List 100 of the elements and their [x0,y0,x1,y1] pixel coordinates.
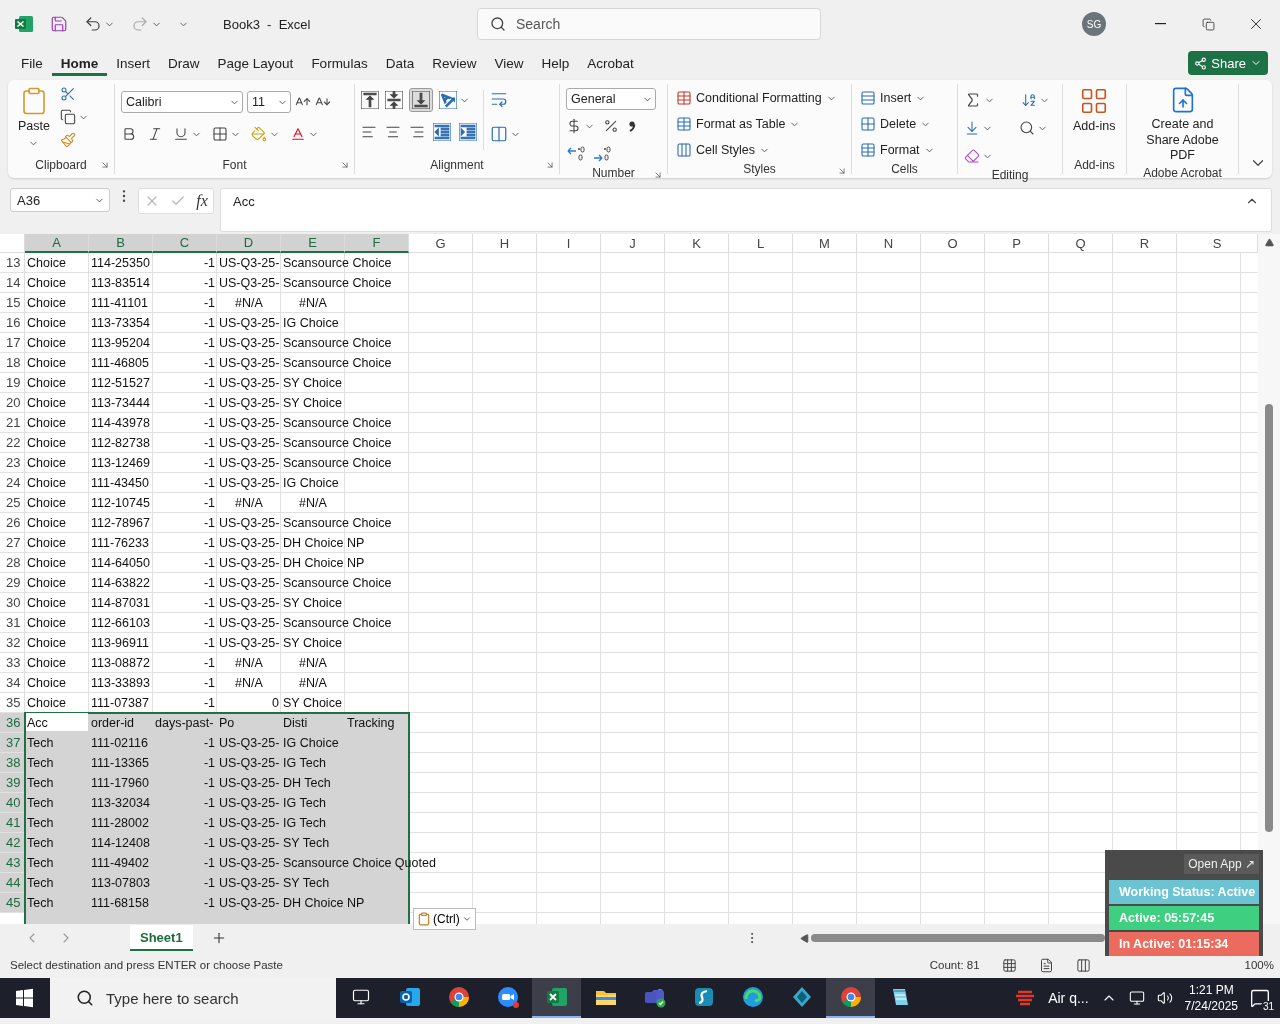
scroll-up-icon[interactable] [1264,238,1274,247]
insert-cells-icon[interactable] [860,90,876,106]
font-name-field[interactable]: Calibri [121,91,243,113]
ribbon-button[interactable]: Format as Table [674,112,803,136]
middle-align-icon[interactable] [385,91,403,109]
underline-icon[interactable] [173,126,189,142]
column-header[interactable]: C [153,234,217,253]
page-break-icon[interactable] [1075,957,1091,973]
task-view-icon[interactable] [351,988,370,1006]
name-box[interactable]: A36 [10,188,110,212]
column-header[interactable]: R [1113,234,1177,253]
delete-cells-icon[interactable] [860,116,876,132]
row-header[interactable]: 38 [0,753,25,773]
ribbon-tab[interactable]: Draw [159,50,209,76]
cell-styles-icon[interactable] [676,142,692,158]
format-painter-icon[interactable] [59,132,76,148]
browser-icon[interactable] [838,985,863,1009]
format-table-icon[interactable] [676,116,692,132]
ribbon-tab[interactable]: Data [376,50,424,76]
bold-icon[interactable] [121,126,137,142]
italic-icon[interactable] [147,126,163,142]
column-header[interactable]: B [89,234,153,253]
create-pdf-button[interactable]: Create and Share Adobe PDF [1133,84,1232,166]
scroll-left-icon[interactable] [800,933,809,943]
insert-function-button[interactable]: fx [196,192,208,210]
column-header[interactable]: A [25,234,89,253]
network-icon[interactable] [1128,990,1145,1006]
weather-text[interactable]: Air q... [1048,990,1089,1006]
format-cells-icon[interactable] [860,142,876,158]
wrap-text-icon[interactable] [490,90,508,108]
row-header[interactable]: 36 [0,713,25,733]
clock[interactable]: 1:21 PM 7/24/2025 [1184,981,1238,1015]
fill-icon[interactable] [964,120,980,136]
ribbon-tab[interactable]: Formulas [302,50,377,76]
weather-icon[interactable] [1014,988,1037,1008]
open-app-button[interactable]: Open App ↗ [1184,854,1259,874]
align-right-icon[interactable] [409,124,425,140]
column-header[interactable]: Q [1049,234,1113,253]
sheet-tab[interactable]: Sheet1 [130,925,193,951]
video-app-icon[interactable] [495,985,520,1009]
dialog-launcher-icon[interactable] [340,160,350,170]
column-header[interactable]: K [665,234,729,253]
align-center-icon[interactable] [385,124,401,140]
paste-button[interactable]: Paste [14,84,54,151]
font-color-icon[interactable] [290,126,306,142]
column-header[interactable]: I [537,234,601,253]
column-header[interactable]: L [729,234,793,253]
fill-color-icon[interactable] [251,126,267,142]
ribbon-button[interactable]: Delete [858,112,934,136]
ribbon-tab[interactable]: Page Layout [208,50,303,76]
column-header[interactable]: N [857,234,921,253]
column-header[interactable]: P [985,234,1049,253]
increase-decimal-icon[interactable] [566,145,586,163]
dialog-launcher-icon[interactable] [100,160,110,170]
currency-icon[interactable] [566,118,582,134]
cut-icon[interactable] [59,86,76,102]
ribbon-tab[interactable]: View [485,50,533,76]
search-field[interactable]: Search [477,8,821,40]
conditional-formatting-icon[interactable] [676,90,692,106]
dialog-launcher-icon[interactable] [653,170,663,180]
decrease-decimal-icon[interactable] [592,145,612,163]
decrease-indent-icon[interactable] [433,123,451,141]
column-header[interactable]: M [793,234,857,253]
column-header[interactable]: S [1177,234,1258,253]
ribbon-tab[interactable]: Help [532,50,579,76]
ribbon-tab[interactable]: Insert [107,50,160,76]
row-header[interactable]: 37 [0,733,25,753]
ribbon-tab[interactable]: Review [423,50,486,76]
clear-icon[interactable] [964,148,980,164]
comma-style-icon[interactable] [627,118,637,134]
orientation-icon[interactable] [439,91,457,109]
ribbon-tab[interactable]: Home [51,50,108,76]
column-header[interactable]: D [217,234,281,253]
taskbar-search-field[interactable]: Type here to search [50,978,336,1018]
percent-icon[interactable] [603,118,619,134]
font-size-field[interactable]: 11 [247,91,291,113]
dialog-launcher-icon[interactable] [837,166,847,176]
user-avatar[interactable]: SG [1082,12,1106,36]
page-layout-icon[interactable] [1038,957,1054,973]
find-icon[interactable] [1019,120,1035,136]
undo-icon[interactable] [84,15,102,33]
mail-app-icon[interactable] [397,985,422,1009]
horizontal-scrollbar[interactable] [800,932,1105,944]
ribbon-tab[interactable]: File [12,50,52,76]
sort-filter-icon[interactable] [1021,92,1037,108]
column-header[interactable]: H [473,234,537,253]
spreadsheet-app-icon[interactable] [544,985,569,1009]
browser-icon[interactable] [740,985,765,1009]
ribbon-button[interactable]: Cell Styles [674,138,773,162]
column-header[interactable]: F [345,234,409,253]
paste-options-button[interactable]: (Ctrl) [413,908,476,930]
row-header[interactable]: 41 [0,813,25,833]
save-icon[interactable] [50,15,68,33]
add-ins-button[interactable]: Add-ins [1069,84,1120,137]
row-header[interactable]: 40 [0,793,25,813]
scroll-thumb[interactable] [1265,404,1273,832]
formula-field[interactable]: Acc [220,188,1272,232]
row-header[interactable]: 43 [0,853,25,873]
column-header[interactable]: J [601,234,665,253]
normal-view-icon[interactable] [1001,957,1017,973]
